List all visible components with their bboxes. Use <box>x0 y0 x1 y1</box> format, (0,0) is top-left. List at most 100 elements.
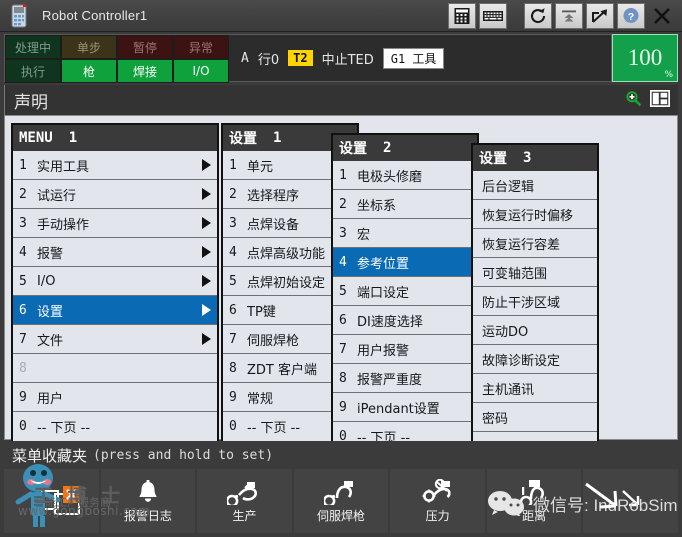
speed-value: 100 <box>627 45 663 70</box>
lamp-weld: 焊接 <box>117 59 173 83</box>
status-inner: 处理中 单步 暂停 异常 执行 枪 焊接 I/O A 行0 T2 中止TED G… <box>4 34 612 83</box>
menu-item-number: 4 <box>19 244 27 260</box>
menu-item-next-page[interactable]: 0 -- 下页 -- <box>13 412 217 441</box>
popout-button[interactable] <box>586 2 614 29</box>
menu-item-label: 文件 <box>37 333 64 349</box>
fav-distance[interactable]: 距离 <box>486 469 582 533</box>
favorites-hint: (press and hold to set) <box>93 447 274 463</box>
fav-servo-gun[interactable]: 伺服焊枪 <box>293 469 389 533</box>
help-button[interactable]: ? <box>617 2 645 29</box>
menu-item-label: 防止干涉区域 <box>482 295 561 311</box>
menu-item-label: TP键 <box>247 304 276 320</box>
menu-item-label: 故障诊断设定 <box>482 353 561 369</box>
menu-item-file[interactable]: 7 文件 <box>13 325 217 354</box>
menu-item-number: 2 <box>339 196 347 212</box>
menu-item-ipendant-setup[interactable]: 9 iPendant设置 <box>333 393 477 422</box>
status-group: A <box>241 50 249 66</box>
fav-pressure[interactable]: 压力 <box>390 469 485 533</box>
menu-item-number: 7 <box>339 341 347 357</box>
status-lamp-grid: 处理中 单步 暂停 异常 执行 枪 焊接 I/O <box>5 35 229 83</box>
menu-item-label: 密码 <box>482 411 509 427</box>
fav-label: 生产 <box>232 508 257 523</box>
screen-title-icons <box>625 89 671 111</box>
menu-header-label: MENU <box>19 130 53 146</box>
fav-slot-empty[interactable] <box>4 469 99 533</box>
keypad-button[interactable] <box>448 2 476 29</box>
menu-item-empty: 8 <box>13 354 217 383</box>
lamp-run: 执行 <box>5 59 61 83</box>
menu-item-alarm[interactable]: 4 报警 <box>13 238 217 267</box>
menu-item-user-alarm[interactable]: 7 用户报警 <box>333 335 477 364</box>
menu-item-coordinate-system[interactable]: 2 坐标系 <box>333 190 477 219</box>
menu-item-utilities[interactable]: 1 实用工具 <box>13 151 217 180</box>
menu-items: 1 实用工具 2 试运行 3 手动操作 4 报警 5 I/O 6 设置 7 文件… <box>13 151 217 441</box>
menu-item-number: 3 <box>339 225 347 241</box>
menu-item-number: 8 <box>339 370 347 386</box>
menu-item-tip-dress[interactable]: 1 电极头修磨 <box>333 161 477 190</box>
fav-alarm-log[interactable]: 报警日志 <box>100 469 196 533</box>
menu-item-number: 1 <box>339 167 347 183</box>
menu-item-label: 电极头修磨 <box>357 169 423 185</box>
lamp-processing: 处理中 <box>5 35 61 59</box>
menu-item-di-speed-select[interactable]: 6 DI速度选择 <box>333 306 477 335</box>
titlebar-buttons: ? <box>434 2 676 29</box>
collapse-button[interactable] <box>555 2 583 29</box>
menu-item-number: 9 <box>339 399 347 415</box>
chevron-right-icon <box>202 333 211 345</box>
fav-label: 压力 <box>425 508 450 523</box>
menu-panel-main: MENU 1 1 实用工具 2 试运行 3 手动操作 4 报警 5 I/O 6 … <box>11 123 219 443</box>
menu-panel-header: 设置 2 <box>333 135 477 161</box>
menu-item-macro[interactable]: 3 宏 <box>333 219 477 248</box>
fav-slot-last[interactable] <box>583 469 679 533</box>
menu-item-label: 设置 <box>37 304 64 320</box>
close-button[interactable] <box>648 3 676 29</box>
menu-item-io[interactable]: 5 I/O <box>13 267 217 296</box>
window-titlebar: Robot Controller1 ? <box>0 0 682 32</box>
fav-label: 报警日志 <box>123 508 172 523</box>
menu-item-background-logic[interactable]: 后台逻辑 <box>473 171 597 200</box>
menu-item-host-comm[interactable]: 主机通讯 <box>473 374 597 403</box>
menu-item-number: 9 <box>229 389 237 405</box>
menu-item-user[interactable]: 9 用户 <box>13 383 217 412</box>
menu-item-number: 5 <box>339 283 347 299</box>
menu-item-reference-position[interactable]: 4 参考位置 <box>333 248 477 277</box>
menu-item-password[interactable]: 密码 <box>473 403 597 432</box>
menu-item-diagnostics-setup[interactable]: 故障诊断设定 <box>473 345 597 374</box>
menu-item-label: 坐标系 <box>357 198 397 214</box>
menu-item-variable-axis-range[interactable]: 可变轴范围 <box>473 258 597 287</box>
weld-gun-icon <box>227 481 258 505</box>
split-layout-icon[interactable] <box>649 89 671 111</box>
blank-page-icon <box>41 490 60 510</box>
menu-item-resume-tolerance[interactable]: 恢复运行容差 <box>473 229 597 258</box>
menu-item-label: 单元 <box>247 159 274 175</box>
menu-item-label: 参考位置 <box>357 256 410 272</box>
magnifier-plus-icon[interactable] <box>625 90 642 111</box>
menu-panel-setup-3: 设置 3 后台逻辑 恢复运行时偏移 恢复运行容差 可变轴范围 防止干涉区域 运动… <box>471 143 599 463</box>
status-mode-badge: T2 <box>288 50 313 66</box>
weld-gun-icon <box>324 480 354 505</box>
menu-item-test-run[interactable]: 2 试运行 <box>13 180 217 209</box>
fav-production[interactable]: 生产 <box>197 469 292 533</box>
refresh-button[interactable] <box>524 2 552 29</box>
menu-item-interference-zone[interactable]: 防止干涉区域 <box>473 287 597 316</box>
screen-title-bar: 声明 <box>4 85 678 115</box>
menu-content-area: MENU 1 1 实用工具 2 试运行 3 手动操作 4 报警 5 I/O 6 … <box>4 115 678 463</box>
menu-item-manual-operation[interactable]: 3 手动操作 <box>13 209 217 238</box>
menu-item-number: 3 <box>19 215 27 231</box>
menu-item-motion-do[interactable]: 运动DO <box>473 316 597 345</box>
window-title: Robot Controller1 <box>42 8 148 23</box>
menu-item-number: 9 <box>19 389 27 405</box>
menu-item-resume-offset[interactable]: 恢复运行时偏移 <box>473 200 597 229</box>
status-text-area: A 行0 T2 中止TED G1 工具 <box>229 35 611 81</box>
menu-item-label: 点焊高级功能 <box>247 246 326 262</box>
keyboard-button[interactable] <box>479 2 507 29</box>
menu-header-page: 1 <box>68 130 78 146</box>
menu-item-label: 点焊设备 <box>247 217 300 233</box>
speed-override-indicator[interactable]: 100 % <box>612 34 678 82</box>
chevron-right-icon <box>202 275 211 287</box>
menu-item-port-settings[interactable]: 5 端口设定 <box>333 277 477 306</box>
menu-item-setup[interactable]: 6 设置 <box>13 296 217 325</box>
menu-item-number: 7 <box>229 331 237 347</box>
menu-item-number: 8 <box>19 360 27 376</box>
menu-item-alarm-severity[interactable]: 8 报警严重度 <box>333 364 477 393</box>
